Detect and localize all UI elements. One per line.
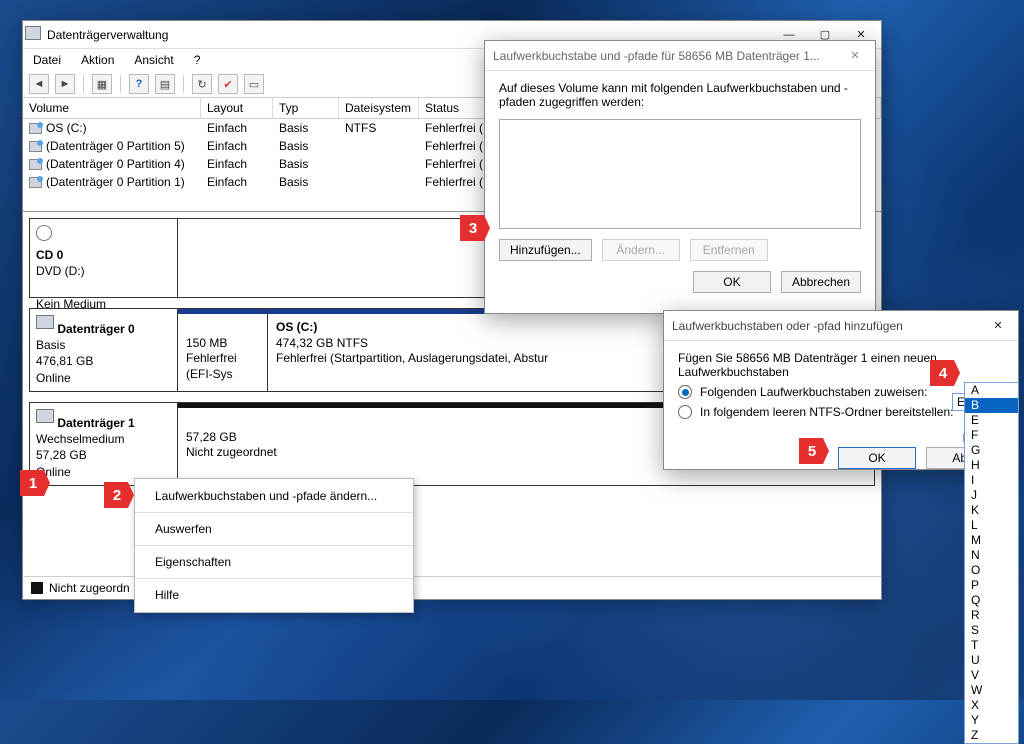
- letter-option[interactable]: Y: [965, 713, 1018, 728]
- letter-option[interactable]: R: [965, 608, 1018, 623]
- volume-icon: [29, 159, 42, 170]
- menu-view[interactable]: Ansicht: [130, 51, 177, 69]
- disk-icon: [36, 315, 54, 329]
- letter-option[interactable]: E: [965, 413, 1018, 428]
- volume-icon: [29, 177, 42, 188]
- dialog-title: Laufwerkbuchstaben oder -pfad hinzufügen: [672, 319, 980, 333]
- list-icon[interactable]: ▭: [244, 74, 264, 94]
- letter-option[interactable]: S: [965, 623, 1018, 638]
- letter-option[interactable]: G: [965, 443, 1018, 458]
- letter-option[interactable]: H: [965, 458, 1018, 473]
- letter-option[interactable]: Z: [965, 728, 1018, 743]
- close-icon[interactable]: ✕: [980, 314, 1016, 338]
- letter-option[interactable]: I: [965, 473, 1018, 488]
- letter-option[interactable]: P: [965, 578, 1018, 593]
- callout-3: 3: [460, 215, 490, 241]
- callout-4: 4: [930, 360, 960, 386]
- forward-icon[interactable]: ►: [55, 74, 75, 94]
- letter-option[interactable]: T: [965, 638, 1018, 653]
- calendar-icon[interactable]: ▤: [155, 74, 175, 94]
- callout-5: 5: [799, 438, 829, 464]
- check-icon[interactable]: ✔: [218, 74, 238, 94]
- legend-swatch-unallocated: [31, 582, 43, 594]
- change-button: Ändern...: [602, 239, 680, 261]
- callout-1: 1: [20, 470, 50, 496]
- ctx-properties[interactable]: Eigenschaften: [135, 549, 413, 575]
- letter-option[interactable]: V: [965, 668, 1018, 683]
- letter-option[interactable]: L: [965, 518, 1018, 533]
- ok-button[interactable]: OK: [693, 271, 771, 293]
- letter-option[interactable]: U: [965, 653, 1018, 668]
- menu-action[interactable]: Aktion: [77, 51, 118, 69]
- dialog-message: Auf dieses Volume kann mit folgenden Lau…: [499, 81, 861, 109]
- letter-option[interactable]: M: [965, 533, 1018, 548]
- letter-option[interactable]: Q: [965, 593, 1018, 608]
- radio-icon: [678, 385, 692, 399]
- refresh-icon[interactable]: ↻: [192, 74, 212, 94]
- letter-option[interactable]: K: [965, 503, 1018, 518]
- partition[interactable]: OS (C:) 474,32 GB NTFS Fehlerfrei (Start…: [268, 309, 704, 391]
- close-icon[interactable]: ✕: [837, 44, 873, 68]
- radio-icon: [678, 405, 692, 419]
- letter-option[interactable]: O: [965, 563, 1018, 578]
- menu-file[interactable]: Datei: [29, 51, 65, 69]
- letter-dropdown-list[interactable]: ABEFGHIJKLMNOPQRSTUVWXYZ: [964, 382, 1019, 744]
- letter-option[interactable]: W: [965, 683, 1018, 698]
- grid-icon[interactable]: ▦: [92, 74, 112, 94]
- partition[interactable]: 150 MBFehlerfrei (EFI-Sys: [178, 309, 268, 391]
- col-layout[interactable]: Layout: [201, 98, 273, 118]
- cancel-button[interactable]: Abbrechen: [781, 271, 861, 293]
- remove-button: Entfernen: [690, 239, 768, 261]
- volume-icon: [29, 123, 42, 134]
- back-icon[interactable]: ◄: [29, 74, 49, 94]
- help-icon[interactable]: ?: [129, 74, 149, 94]
- col-fs[interactable]: Dateisystem: [339, 98, 419, 118]
- ok-button[interactable]: OK: [838, 447, 916, 469]
- drive-letter-dialog: Laufwerkbuchstabe und -pfade für 58656 M…: [484, 40, 876, 314]
- menu-help[interactable]: ?: [190, 51, 205, 69]
- volume-icon: [29, 141, 42, 152]
- context-menu: Laufwerkbuchstaben und -pfade ändern... …: [134, 478, 414, 613]
- letter-option[interactable]: J: [965, 488, 1018, 503]
- cd-name: CD 0: [36, 248, 63, 262]
- letter-option[interactable]: X: [965, 698, 1018, 713]
- callout-2: 2: [104, 482, 134, 508]
- col-type[interactable]: Typ: [273, 98, 339, 118]
- disk-icon: [36, 409, 54, 423]
- letter-option[interactable]: A: [965, 383, 1018, 398]
- ctx-help[interactable]: Hilfe: [135, 582, 413, 608]
- ctx-eject[interactable]: Auswerfen: [135, 516, 413, 542]
- add-button[interactable]: Hinzufügen...: [499, 239, 592, 261]
- letter-option[interactable]: N: [965, 548, 1018, 563]
- letter-option[interactable]: B: [965, 398, 1018, 413]
- path-listbox[interactable]: [499, 119, 861, 229]
- letter-option[interactable]: F: [965, 428, 1018, 443]
- dialog-title: Laufwerkbuchstabe und -pfade für 58656 M…: [493, 49, 837, 63]
- ctx-change-letter[interactable]: Laufwerkbuchstaben und -pfade ändern...: [135, 483, 413, 509]
- col-volume[interactable]: Volume: [23, 98, 201, 118]
- app-icon: [25, 26, 41, 40]
